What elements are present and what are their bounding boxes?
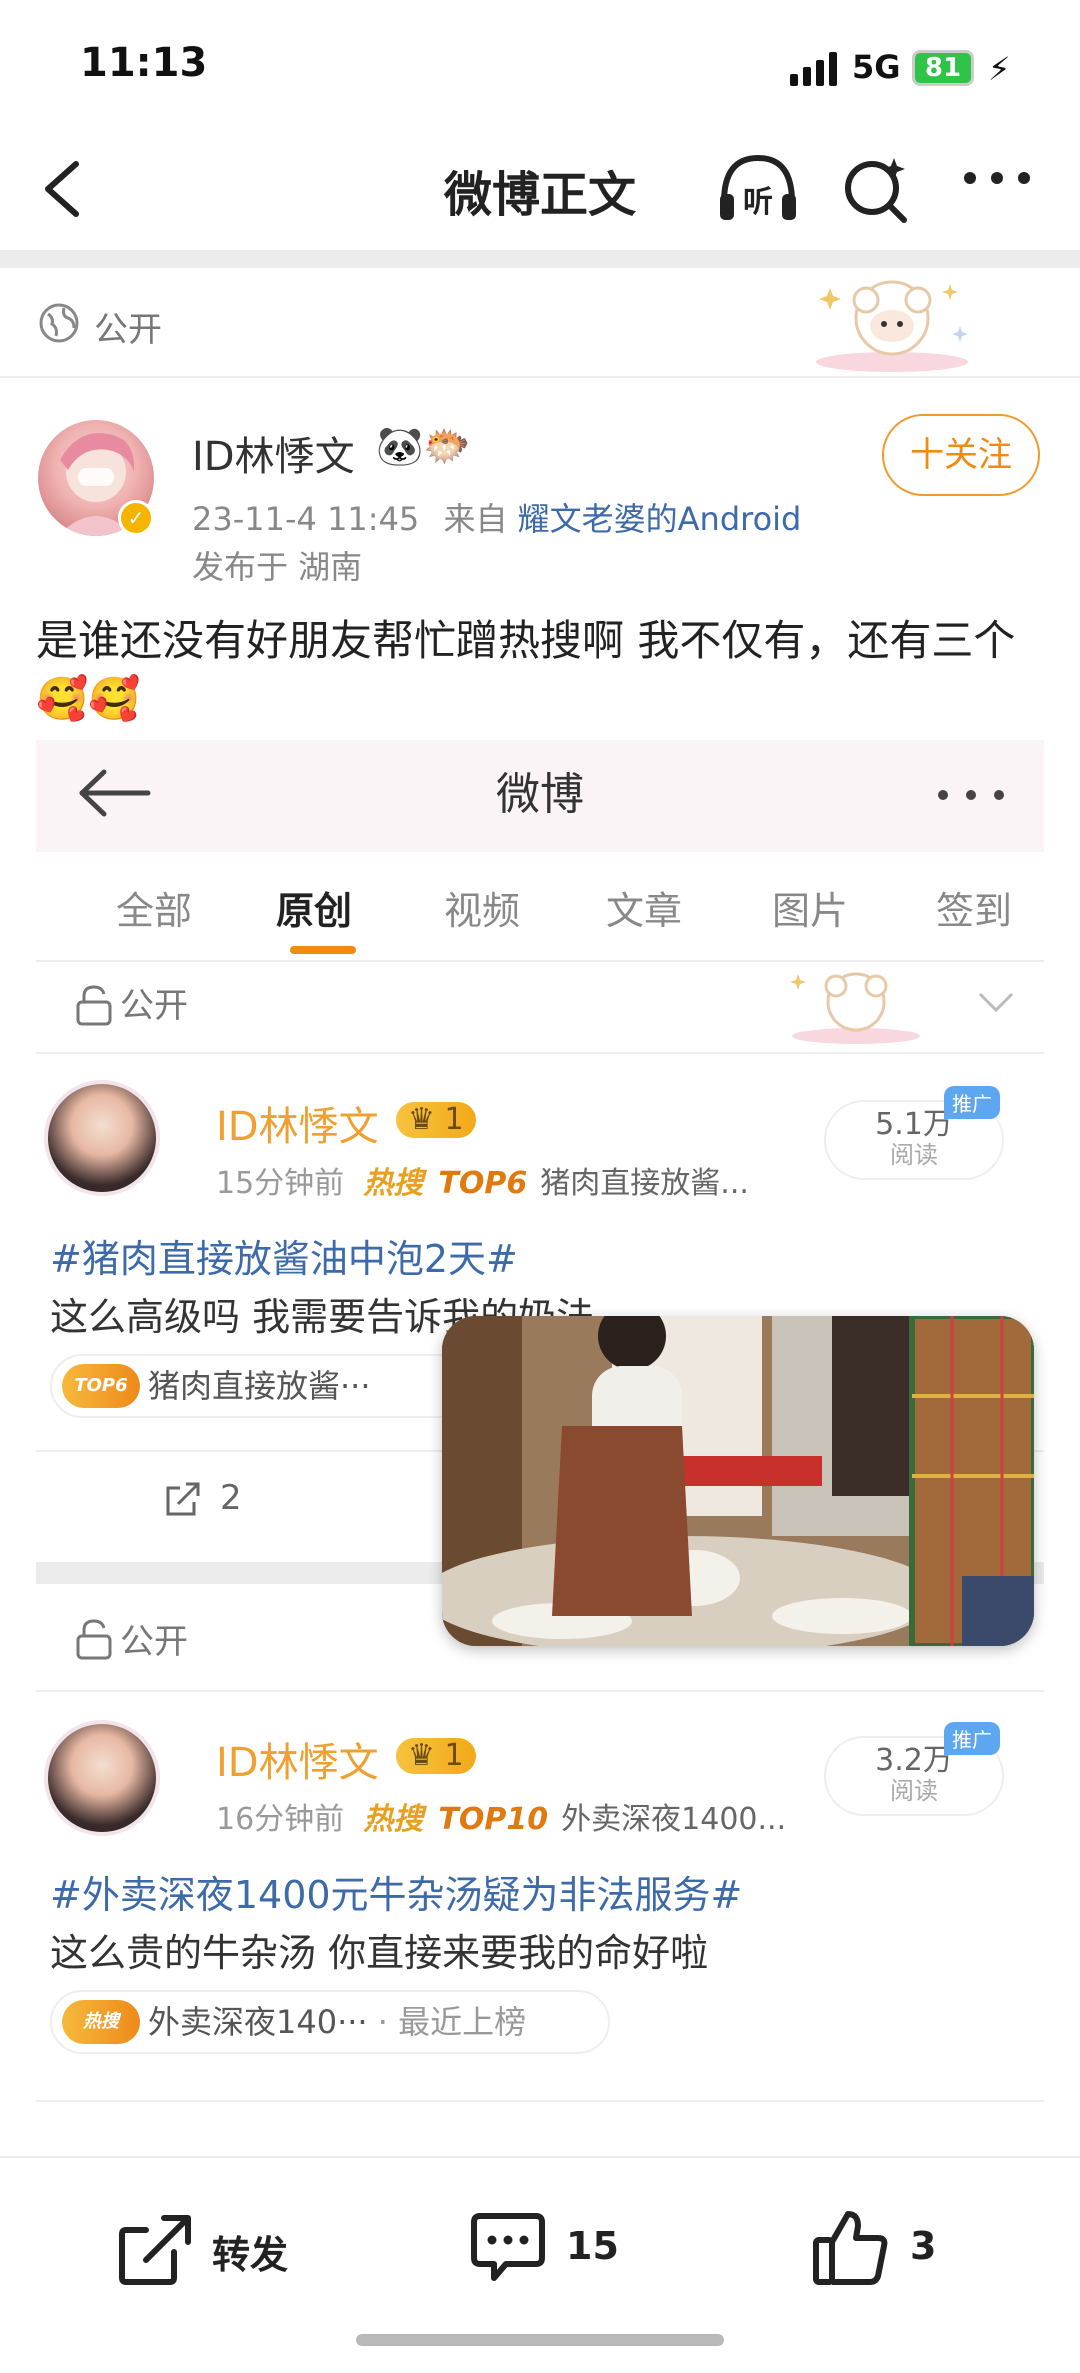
embed-tab-video: 视频 [444, 889, 521, 933]
embed-avatar [44, 1080, 160, 1196]
network-type: 5G [852, 48, 901, 86]
embed-tab-checkin: 签到 [936, 889, 1013, 933]
embed-topic-short: 外卖深夜1400... [561, 1802, 787, 1837]
visibility-label: 公开 [94, 310, 162, 350]
page-title: 微博正文 [443, 167, 636, 223]
embed-hashtag: #外卖深夜1400元牛杂汤疑为非法服务# [50, 1873, 743, 1917]
repost-icon [119, 2215, 191, 2285]
embed-post-time: 16分钟前 [216, 1802, 345, 1837]
embed-hot-label: 热搜 [363, 1802, 424, 1837]
comment-count: 15 [566, 2224, 619, 2268]
embed-divider [36, 1052, 1044, 1054]
search-icon[interactable] [842, 152, 912, 224]
comment-icon [471, 2213, 545, 2281]
floating-video-player[interactable] [442, 1316, 1034, 1646]
status-bar: 11:13 5G 81 ⚡ [0, 0, 1080, 130]
promo-badge: 推广 [944, 1722, 1000, 1755]
embed-sheep-sticker-icon [790, 972, 920, 1044]
embed-post-name: ID林悸文 [216, 1104, 379, 1150]
post-location: 发布于 湖南 [192, 548, 363, 586]
chip-tail: · 最近上榜 [367, 2003, 527, 2041]
crown-badge-icon: ♛ 1 [396, 1102, 476, 1138]
embed-post-meta: 15分钟前 热搜 TOP6 猪肉直接放酱... [216, 1158, 749, 1202]
embed-body: 这么贵的牛杂汤 你直接来要我的命好啦 [50, 1931, 709, 1975]
embed-post-meta: 16分钟前 热搜 TOP10 外卖深夜1400... [216, 1794, 786, 1838]
embed-rank: TOP6 [438, 1166, 528, 1201]
embed-visibility-label: 公开 [120, 986, 188, 1026]
post-timestamp: 23-11-4 11:45 [192, 500, 420, 538]
embed-tab-article: 文章 [606, 889, 683, 933]
signal-icon [790, 52, 837, 86]
lock-open-icon [76, 985, 112, 1026]
thumbs-up-icon [813, 2211, 888, 2285]
globe-icon [39, 303, 79, 343]
source-prefix: 来自 [443, 500, 508, 538]
read-label: 阅读 [890, 1777, 938, 1805]
battery-icon: 81 [912, 50, 974, 86]
embed-hot-label: 热搜 [363, 1166, 424, 1201]
charging-icon: ⚡ [988, 50, 1011, 88]
crown-badge-icon: ♛ 1 [396, 1738, 476, 1774]
video-frame-image [442, 1316, 1034, 1646]
svg-text:听: 听 [743, 185, 773, 220]
chip-badge: TOP6 [62, 1364, 140, 1408]
divider [0, 376, 1080, 378]
embed-divider [36, 1690, 1044, 1692]
chip-text: 猪肉直接放酱··· [148, 1367, 371, 1405]
embed-topic-short: 猪肉直接放酱... [540, 1166, 749, 1201]
read-label: 阅读 [890, 1141, 938, 1169]
author-name[interactable]: ID林悸文 [192, 424, 355, 482]
embed-divider [36, 2100, 1044, 2102]
embed-tab-all: 全部 [116, 889, 193, 933]
embed-tab-original: 原创 [276, 889, 353, 933]
like-count: 3 [910, 2224, 937, 2268]
crown-level: 1 [444, 1738, 464, 1773]
status-time: 11:13 [80, 40, 208, 86]
author-badges: 🐼🐡 [376, 424, 471, 469]
embed-post-name: ID林悸文 [216, 1740, 379, 1786]
embed-hashtag: #猪肉直接放酱油中泡2天# [50, 1237, 518, 1281]
post-source[interactable]: 耀文老婆的Android [518, 500, 802, 538]
embed-tab-picture: 图片 [772, 889, 849, 933]
embed-rank: TOP10 [438, 1802, 549, 1837]
embed-visibility-label: 公开 [120, 1622, 188, 1662]
crown-level: 1 [444, 1102, 464, 1137]
panda-icon: 🐼 [376, 424, 424, 468]
embed-repost-icon [166, 1482, 200, 1516]
embed-chevron-down-icon [978, 992, 1014, 1013]
embed-more-icon [938, 790, 1004, 800]
embed-title: 微博 [496, 769, 584, 820]
follow-button[interactable]: 十关注 [882, 414, 1040, 496]
post-meta: 23-11-4 11:45 来自 耀文老婆的Android [192, 494, 801, 540]
repost-label: 转发 [212, 2233, 289, 2277]
promo-badge: 推广 [944, 1086, 1000, 1119]
sheep-sticker-icon [816, 280, 968, 372]
chip-text: 外卖深夜140··· [148, 2003, 368, 2041]
embed-repost-count: 2 [220, 1478, 242, 1518]
chip-badge: 热搜 [62, 2000, 140, 2044]
embed-avatar [44, 1720, 160, 1836]
embed-tab-indicator [290, 946, 356, 954]
section-divider [0, 250, 1080, 268]
listen-icon[interactable]: 听 [716, 150, 800, 230]
home-indicator [356, 2334, 724, 2346]
post-text: 是谁还没有好朋友帮忙蹭热搜啊 我不仅有，还有三个🥰🥰 [36, 616, 1016, 723]
fish-icon: 🐡 [423, 424, 471, 468]
verified-badge-icon: ✓ [118, 500, 154, 536]
more-icon[interactable] [962, 170, 1032, 186]
lock-open-icon [76, 1619, 112, 1660]
embed-post-time: 15分钟前 [216, 1166, 345, 1201]
